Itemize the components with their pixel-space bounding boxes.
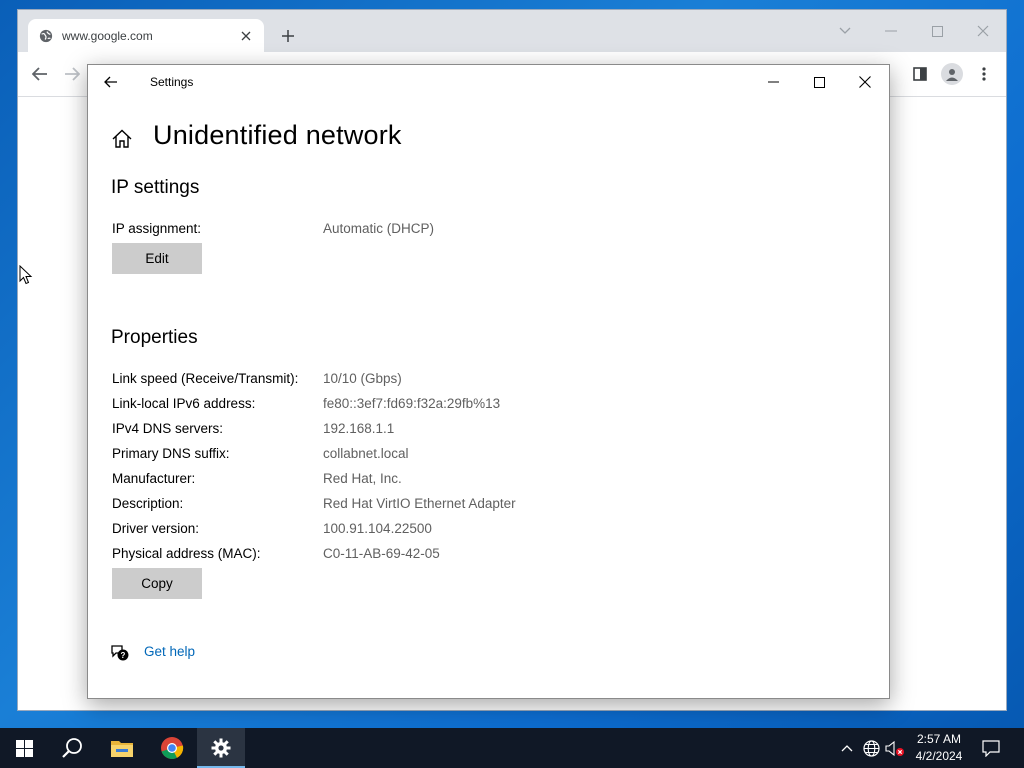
clock-time: 2:57 AM bbox=[916, 732, 962, 746]
get-help-icon: ? bbox=[111, 645, 129, 661]
description-value: Red Hat VirtIO Ethernet Adapter bbox=[323, 496, 516, 511]
dns-servers-label: IPv4 DNS servers: bbox=[112, 421, 224, 436]
settings-gear-icon[interactable] bbox=[197, 728, 245, 768]
dns-suffix-value: collabnet.local bbox=[323, 446, 409, 461]
browser-close-icon[interactable] bbox=[968, 16, 998, 46]
link-speed-label: Link speed (Receive/Transmit): bbox=[112, 371, 299, 386]
driver-version-label: Driver version: bbox=[112, 521, 200, 536]
network-globe-icon[interactable] bbox=[861, 738, 881, 758]
plus-icon[interactable] bbox=[276, 24, 300, 48]
tab-title: www.google.com bbox=[62, 28, 153, 43]
file-explorer-icon[interactable] bbox=[98, 728, 146, 768]
maximize-icon[interactable] bbox=[796, 65, 842, 99]
notification-icon[interactable] bbox=[981, 738, 1001, 758]
home-icon[interactable] bbox=[110, 127, 134, 151]
taskbar: 2:57 AM 4/2/2024 bbox=[0, 728, 1024, 768]
browser-tab[interactable]: www.google.com bbox=[28, 19, 264, 52]
copy-button[interactable]: Copy bbox=[112, 568, 202, 599]
forward-arrow-icon[interactable] bbox=[58, 60, 86, 88]
page-title: Unidentified network bbox=[153, 120, 402, 150]
link-speed-value: 10/10 (Gbps) bbox=[323, 371, 402, 386]
tab-search-chevron-icon[interactable] bbox=[830, 16, 860, 46]
driver-version-value: 100.91.104.22500 bbox=[323, 521, 432, 536]
mac-address-label: Physical address (MAC): bbox=[112, 546, 261, 561]
dns-servers-value: 192.168.1.1 bbox=[323, 421, 395, 436]
more-menu-icon[interactable] bbox=[970, 60, 998, 88]
settings-window: Settings Unidentified network IP setting… bbox=[87, 64, 890, 699]
start-icon[interactable] bbox=[0, 728, 48, 768]
ipv6-value: fe80::3ef7:fd69:f32a:29fb%13 bbox=[323, 396, 501, 411]
ip-settings-heading: IP settings bbox=[111, 177, 200, 198]
globe-icon bbox=[39, 29, 53, 42]
get-help-link[interactable]: Get help bbox=[144, 644, 195, 659]
edit-button[interactable]: Edit bbox=[112, 243, 202, 274]
ipv6-label: Link-local IPv6 address: bbox=[112, 396, 256, 411]
browser-minimize-icon[interactable] bbox=[876, 16, 906, 46]
back-arrow-icon[interactable] bbox=[99, 70, 123, 94]
window-title: Settings bbox=[150, 75, 194, 89]
system-clock[interactable]: 2:57 AM 4/2/2024 bbox=[908, 731, 970, 765]
minimize-icon[interactable] bbox=[750, 65, 796, 99]
svg-text:?: ? bbox=[121, 651, 126, 660]
mac-address-value: C0-11-AB-69-42-05 bbox=[323, 546, 440, 561]
browser-maximize-icon[interactable] bbox=[922, 16, 952, 46]
ip-assignment-label: IP assignment: bbox=[112, 221, 202, 236]
settings-titlebar: Settings bbox=[88, 65, 889, 99]
volume-muted-icon[interactable] bbox=[885, 738, 905, 758]
properties-heading: Properties bbox=[111, 327, 198, 348]
close-icon[interactable] bbox=[842, 65, 888, 99]
chevron-up-icon[interactable] bbox=[837, 738, 857, 758]
description-label: Description: bbox=[112, 496, 184, 511]
ip-assignment-value: Automatic (DHCP) bbox=[323, 221, 435, 236]
mouse-pointer-icon bbox=[19, 265, 33, 285]
search-icon[interactable] bbox=[48, 728, 96, 768]
manufacturer-value: Red Hat, Inc. bbox=[323, 471, 402, 486]
dns-suffix-label: Primary DNS suffix: bbox=[112, 446, 230, 461]
tab-close-icon[interactable] bbox=[234, 24, 258, 48]
clock-date: 4/2/2024 bbox=[915, 749, 963, 763]
profile-icon[interactable] bbox=[938, 60, 966, 88]
browser-tabstrip: www.google.com bbox=[18, 10, 1006, 52]
avatar bbox=[941, 63, 963, 85]
manufacturer-label: Manufacturer: bbox=[112, 471, 196, 486]
side-panel-icon[interactable] bbox=[906, 60, 934, 88]
back-arrow-icon[interactable] bbox=[26, 60, 54, 88]
chrome-icon[interactable] bbox=[148, 728, 196, 768]
